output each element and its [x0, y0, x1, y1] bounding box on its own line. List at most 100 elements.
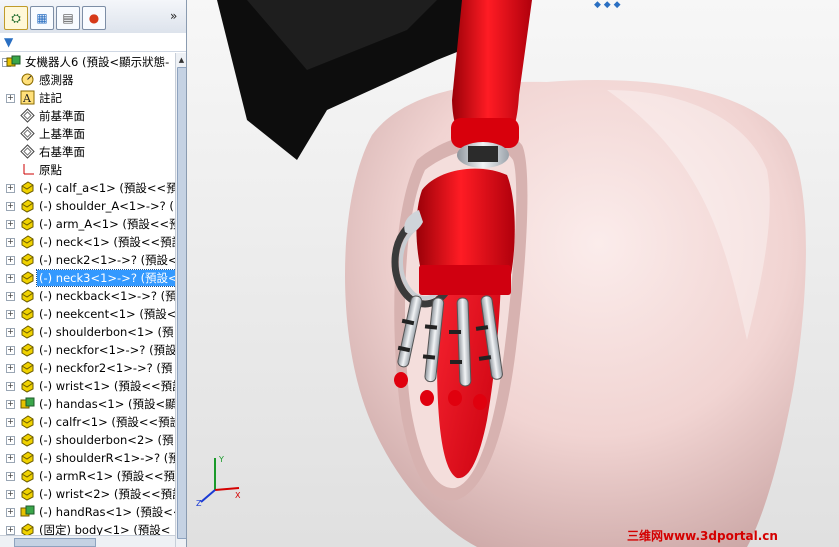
feature-manager-tabs: ⛭ ▦ ▤ ● » [0, 0, 186, 34]
tree-item[interactable]: + (-) shoulderbon<1> (預 [0, 323, 175, 341]
tree-item[interactable]: + (-) neck3<1>->? (預設< [0, 269, 181, 287]
svg-text:X: X [235, 491, 241, 500]
tree-expander-icon[interactable]: + [6, 454, 15, 463]
plane-icon [20, 108, 35, 123]
tree-item[interactable]: − 女機器人6 (預設<顯示狀態- [0, 53, 175, 71]
tree-item[interactable]: + (-) neck<1> (預設<<預設 [0, 233, 183, 251]
tree-item-label: 原點 [39, 163, 62, 177]
property-manager-tab-icon[interactable]: ▦ [30, 6, 54, 30]
feature-manager-tab-icon[interactable]: ⛭ [4, 6, 28, 30]
part-icon [20, 288, 35, 303]
more-tabs-icon[interactable]: » [170, 9, 177, 23]
horizontal-scroll-thumb[interactable] [14, 538, 96, 547]
tree-expander-icon[interactable]: + [6, 94, 15, 103]
tree-expander-icon[interactable]: + [6, 274, 15, 283]
tree-expander-icon[interactable]: + [6, 418, 15, 427]
tree-item[interactable]: + (-) handRas<1> (預設<< [0, 503, 182, 521]
tree-item-label: (-) shoulderR<1>->? (預 [39, 451, 180, 465]
tree-item-label: (-) neck3<1>->? (預設< [36, 269, 181, 287]
display-manager-tab-icon[interactable]: ● [82, 6, 106, 30]
scroll-thumb[interactable] [177, 67, 186, 539]
model-render: Y X Z [187, 0, 839, 547]
subassembly-icon [20, 504, 35, 519]
part-icon [20, 486, 35, 501]
tree-expander-icon[interactable]: + [6, 256, 15, 265]
tree-item-label: 右基準面 [39, 145, 85, 159]
svg-text:Z: Z [196, 499, 202, 508]
svg-text:A: A [22, 92, 32, 105]
tree-item[interactable]: + (-) calfr<1> (預設<<預設 [0, 413, 181, 431]
part-icon [20, 378, 35, 393]
tree-item[interactable]: + (-) shoulder_A<1>->? ( [0, 197, 175, 215]
tree-item[interactable]: + (-) arm_A<1> (預設<<預 [0, 215, 181, 233]
tree-item-label: (-) neekcent<1> (預設< [39, 307, 177, 321]
tree-expander-icon[interactable]: + [6, 508, 15, 517]
sensors-icon [20, 72, 35, 87]
part-icon [20, 414, 35, 429]
part-icon [20, 450, 35, 465]
tree-expander-icon[interactable]: + [6, 220, 15, 229]
part-icon [20, 432, 35, 447]
tree-expander-icon[interactable]: + [6, 436, 15, 445]
subassembly-icon [20, 396, 35, 411]
tree-item[interactable]: + A 註記 [0, 89, 175, 107]
tree-item-label: (-) neckback<1>->? (預 [39, 289, 177, 303]
view-toolbar-icons[interactable]: ◆ ◆ ◆ [594, 0, 621, 10]
tree-item-label: (-) shoulder_A<1>->? ( [39, 199, 174, 213]
tree-expander-icon[interactable]: + [6, 328, 15, 337]
tree-item-label: (-) neckfor<1>->? (預設 [39, 343, 177, 357]
tree-item[interactable]: + (-) handas<1> (預設<顯 [0, 395, 177, 413]
tree-expander-icon[interactable]: + [6, 346, 15, 355]
tree-item-label: 前基準面 [39, 109, 85, 123]
tree-item[interactable]: + (-) armR<1> (預設<<預 [0, 467, 175, 485]
part-icon [20, 234, 35, 249]
graphics-viewport[interactable]: Y X Z [187, 0, 839, 547]
horizontal-scrollbar[interactable] [0, 535, 175, 547]
tree-item[interactable]: + (-) neck2<1>->? (預設< [0, 251, 178, 269]
tree-item[interactable]: 原點 [0, 161, 175, 179]
tree-item-label: (-) shoulderbon<2> (預 [39, 433, 174, 447]
tree-item[interactable]: 前基準面 [0, 107, 175, 125]
part-icon [20, 306, 35, 321]
vertical-scrollbar[interactable]: ▲ [175, 53, 186, 547]
scroll-up-icon[interactable]: ▲ [177, 55, 186, 65]
part-icon [20, 252, 35, 267]
tree-expander-icon[interactable]: + [6, 472, 15, 481]
tree-expander-icon[interactable]: + [6, 526, 15, 535]
filter-bar: ▼ [0, 33, 186, 52]
tree-expander-icon[interactable]: + [6, 490, 15, 499]
tree-expander-icon[interactable]: + [6, 364, 15, 373]
tree-item[interactable]: + (-) neekcent<1> (預設< [0, 305, 177, 323]
configuration-manager-tab-icon[interactable]: ▤ [56, 6, 80, 30]
tree-expander-icon[interactable]: + [6, 184, 15, 193]
tree-item-label: (-) shoulderbon<1> (預 [39, 325, 174, 339]
tree-item[interactable]: + (-) wrist<1> (預設<<預設 [0, 377, 184, 395]
tree-item[interactable]: + (-) neckfor<1>->? (預設 [0, 341, 177, 359]
tree-item-label: 上基準面 [39, 127, 85, 141]
tree-item[interactable]: 右基準面 [0, 143, 175, 161]
tree-expander-icon[interactable]: + [6, 310, 15, 319]
tree-expander-icon[interactable]: + [6, 202, 15, 211]
tree-item[interactable]: 上基準面 [0, 125, 175, 143]
tree-item[interactable]: 感測器 [0, 71, 175, 89]
svg-text:Y: Y [218, 455, 224, 464]
part-icon [20, 198, 35, 213]
tree-item-label: (-) wrist<2> (預設<<預設 [39, 487, 184, 501]
part-icon [20, 180, 35, 195]
tree-item-label: (-) armR<1> (預設<<預 [39, 469, 176, 483]
origin-icon [20, 162, 35, 177]
tree-item[interactable]: + (-) wrist<2> (預設<<預設 [0, 485, 184, 503]
part-icon [20, 342, 35, 357]
tree-item[interactable]: + (-) calf_a<1> (預設<<預 [0, 179, 178, 197]
tree-expander-icon[interactable]: + [6, 238, 15, 247]
tree-expander-icon[interactable]: + [6, 292, 15, 301]
assembly-icon [6, 54, 21, 69]
plane-icon [20, 126, 35, 141]
tree-item[interactable]: + (-) neckback<1>->? (預 [0, 287, 177, 305]
filter-icon[interactable]: ▼ [4, 35, 13, 49]
tree-item[interactable]: + (-) shoulderR<1>->? (預 [0, 449, 180, 467]
tree-expander-icon[interactable]: + [6, 400, 15, 409]
tree-expander-icon[interactable]: + [6, 382, 15, 391]
tree-item[interactable]: + (-) neckfor2<1>->? (預 [0, 359, 175, 377]
tree-item[interactable]: + (-) shoulderbon<2> (預 [0, 431, 175, 449]
